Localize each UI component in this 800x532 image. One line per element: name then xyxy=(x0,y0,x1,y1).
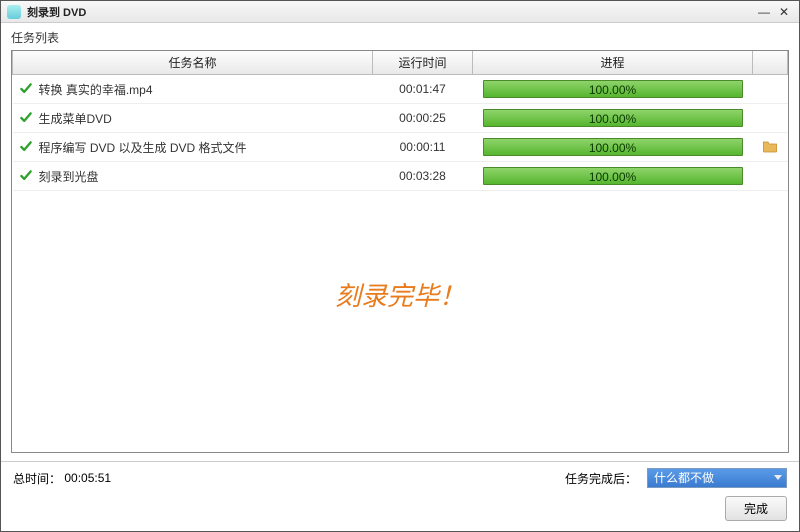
table-header-row: 任务名称 运行时间 进程 xyxy=(13,51,788,75)
app-icon xyxy=(7,5,21,19)
checkmark-icon xyxy=(19,141,39,155)
window-title: 刻录到 DVD xyxy=(27,4,753,20)
progress-bar: 100.00% xyxy=(483,109,743,127)
progress-text: 100.00% xyxy=(484,139,742,155)
col-header-name[interactable]: 任务名称 xyxy=(13,51,373,75)
checkmark-icon xyxy=(19,83,39,97)
progress-bar: 100.00% xyxy=(483,80,743,98)
table-row[interactable]: 转换 真实的幸福.mp4 00:01:47 100.00% xyxy=(13,75,788,104)
col-header-progress[interactable]: 进程 xyxy=(473,51,753,75)
task-name: 程序编写 DVD 以及生成 DVD 格式文件 xyxy=(39,141,247,155)
table-row[interactable]: 程序编写 DVD 以及生成 DVD 格式文件 00:00:11 100.00% xyxy=(13,133,788,162)
open-folder-icon[interactable] xyxy=(762,142,778,156)
progress-text: 100.00% xyxy=(484,110,742,126)
done-button[interactable]: 完成 xyxy=(725,496,787,521)
task-time: 00:03:28 xyxy=(373,162,473,191)
bottom-row: 完成 xyxy=(1,490,799,531)
close-button[interactable]: ✕ xyxy=(775,4,793,20)
app-window: 刻录到 DVD — ✕ 任务列表 任务名称 运行时间 进程 转换 真实的幸福.m… xyxy=(0,0,800,532)
table-row[interactable]: 刻录到光盘 00:03:28 100.00% xyxy=(13,162,788,191)
burn-complete-note: 刻录完毕！ xyxy=(12,276,788,313)
table-row[interactable]: 生成菜单DVD 00:00:25 100.00% xyxy=(13,104,788,133)
task-time: 00:00:11 xyxy=(373,133,473,162)
minimize-button[interactable]: — xyxy=(755,4,773,20)
checkmark-icon xyxy=(19,112,39,126)
after-task-select[interactable]: 什么都不做 xyxy=(647,468,787,488)
progress-text: 100.00% xyxy=(484,168,742,184)
task-name: 生成菜单DVD xyxy=(39,112,112,126)
total-time-value: 00:05:51 xyxy=(64,471,111,485)
task-name: 刻录到光盘 xyxy=(39,170,99,184)
task-panel: 任务名称 运行时间 进程 转换 真实的幸福.mp4 00:01:47 100.00%… xyxy=(11,50,789,453)
footer: 总时间： 00:05:51 任务完成后： 什么都不做 xyxy=(1,461,799,490)
task-name: 转换 真实的幸福.mp4 xyxy=(39,83,153,97)
after-task-label: 任务完成后： xyxy=(565,470,637,487)
task-time: 00:01:47 xyxy=(373,75,473,104)
progress-bar: 100.00% xyxy=(483,138,743,156)
progress-text: 100.00% xyxy=(484,81,742,97)
titlebar: 刻录到 DVD — ✕ xyxy=(1,1,799,23)
col-header-action[interactable] xyxy=(753,51,788,75)
task-table: 任务名称 运行时间 进程 转换 真实的幸福.mp4 00:01:47 100.00%… xyxy=(12,51,788,191)
task-time: 00:00:25 xyxy=(373,104,473,133)
progress-bar: 100.00% xyxy=(483,167,743,185)
total-time-label: 总时间： xyxy=(13,470,61,487)
task-list-label: 任务列表 xyxy=(1,23,799,50)
checkmark-icon xyxy=(19,170,39,184)
col-header-time[interactable]: 运行时间 xyxy=(373,51,473,75)
